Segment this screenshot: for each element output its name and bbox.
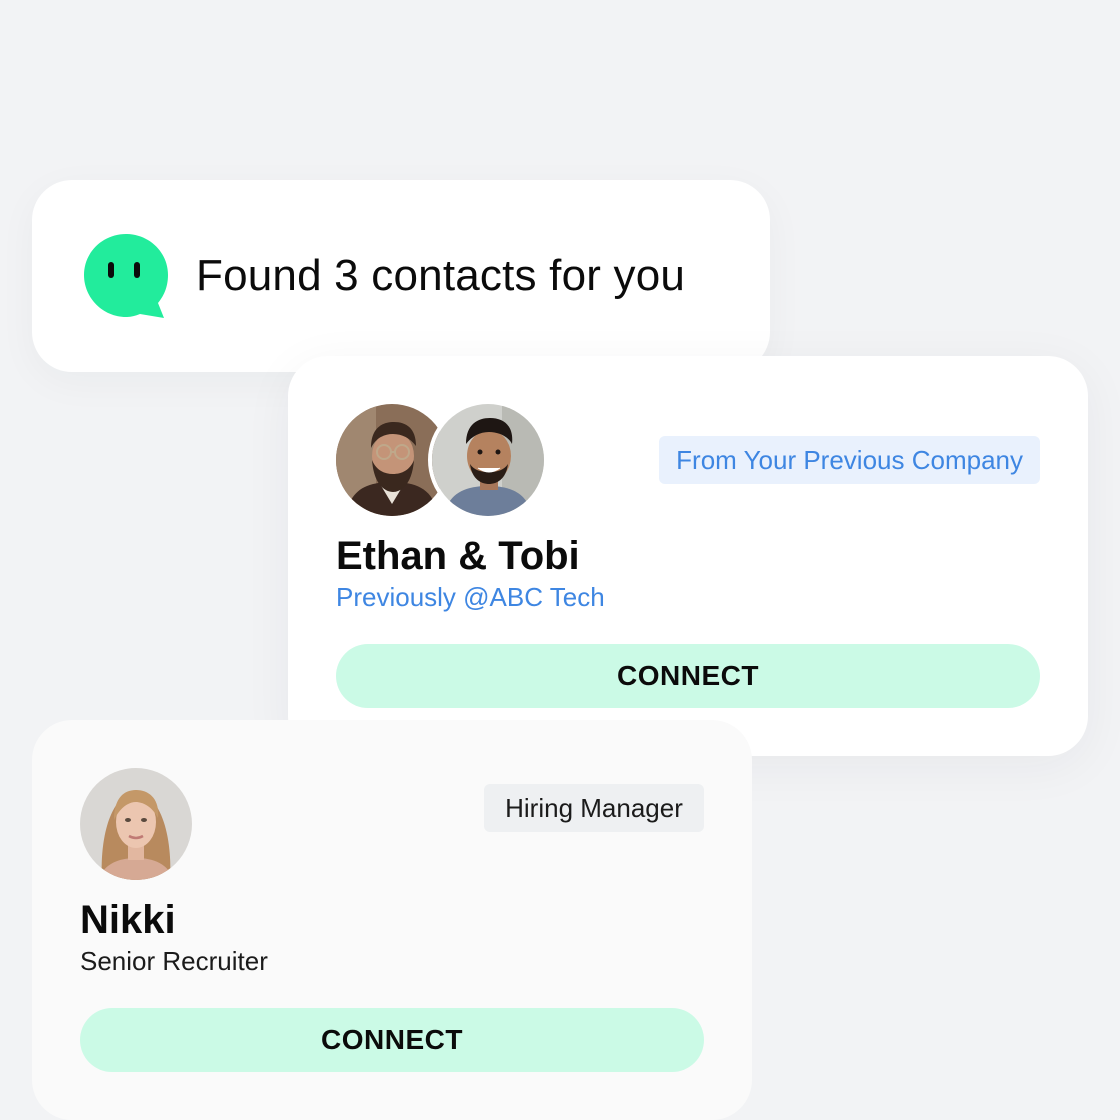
- hiring-manager-tag: Hiring Manager: [484, 784, 704, 832]
- previous-company-tag: From Your Previous Company: [659, 436, 1040, 484]
- contact-subtitle: Previously @ABC Tech: [336, 582, 605, 612]
- connect-button[interactable]: CONNECT: [336, 644, 1040, 708]
- contact-name: Nikki: [80, 898, 176, 942]
- nikki-avatar: [80, 768, 192, 880]
- contact-name: Ethan & Tobi: [336, 534, 580, 578]
- notification-text: Found 3 contacts for you: [196, 251, 686, 300]
- tobi-avatar: [428, 400, 548, 520]
- contact-subtitle: Senior Recruiter: [80, 946, 268, 976]
- chat-bubble-bot-icon: [84, 234, 168, 320]
- connect-button[interactable]: CONNECT: [80, 1008, 704, 1072]
